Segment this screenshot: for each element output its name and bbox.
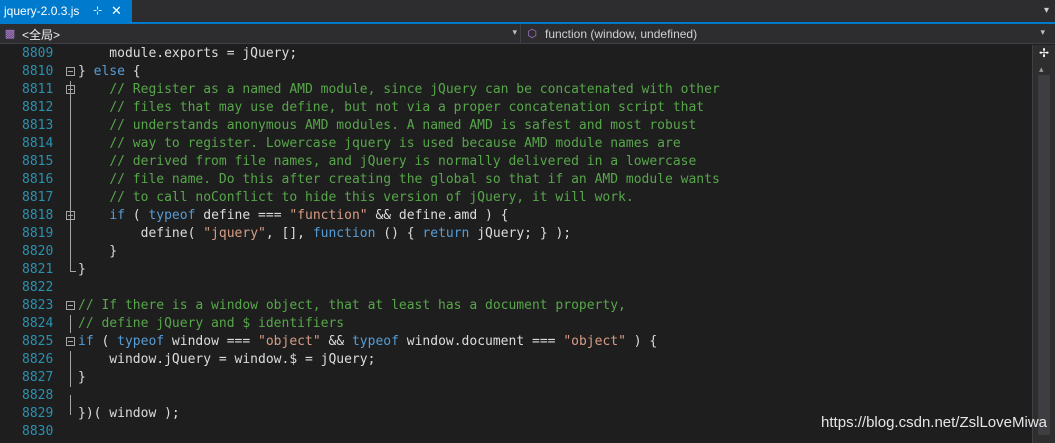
code-text: // to call noConflict to hide this versi… bbox=[109, 190, 634, 205]
line-number: 8822 bbox=[22, 280, 54, 295]
code-line[interactable]: 8824 // define jQuery and $ identifiers bbox=[0, 315, 1032, 333]
code-line[interactable]: 8820 } bbox=[0, 243, 1032, 261]
code-text: // define jQuery and $ identifiers bbox=[78, 316, 345, 331]
line-number: 8814 bbox=[22, 136, 54, 151]
code-line[interactable]: 8809 module.exports = jQuery; bbox=[0, 45, 1032, 63]
scroll-up-icon[interactable]: ▴ bbox=[1039, 64, 1044, 75]
code-text: // If there is a window object, that at … bbox=[78, 298, 626, 313]
code-text: // files that may use define, but not vi… bbox=[109, 100, 705, 115]
line-number: 8828 bbox=[22, 388, 54, 403]
collapse-toggle-icon[interactable] bbox=[66, 85, 75, 94]
line-number: 8826 bbox=[22, 352, 54, 367]
collapse-toggle-icon[interactable] bbox=[66, 211, 75, 220]
collapse-toggle-icon[interactable] bbox=[66, 337, 75, 346]
line-number: 8830 bbox=[22, 424, 54, 439]
code-line[interactable]: 8816 // file name. Do this after creatin… bbox=[0, 171, 1032, 189]
code-text: define( "jquery", [], function () { retu… bbox=[78, 226, 572, 241]
line-number: 8811 bbox=[22, 82, 54, 97]
vertical-scrollbar[interactable]: ✢ ▴ bbox=[1032, 45, 1055, 443]
line-number: 8809 bbox=[22, 46, 54, 61]
code-text: // understands anonymous AMD modules. A … bbox=[109, 118, 697, 133]
line-number: 8810 bbox=[22, 64, 54, 79]
pin-icon[interactable]: ⊹ bbox=[93, 4, 102, 18]
code-line[interactable]: 8818 if ( typeof define === "function" &… bbox=[0, 207, 1032, 225]
code-line[interactable]: 8814 // way to register. Lowercase jquer… bbox=[0, 135, 1032, 153]
code-line[interactable]: 8821} bbox=[0, 261, 1032, 279]
code-text: })( window ); bbox=[78, 406, 180, 421]
line-number: 8821 bbox=[22, 262, 54, 277]
tab-jquery-file[interactable]: jquery-2.0.3.js ⊹ ✕ bbox=[0, 0, 132, 22]
code-editor[interactable]: 8809 module.exports = jQuery; 8810} else … bbox=[0, 45, 1032, 443]
code-line[interactable]: 8826 window.jQuery = window.$ = jQuery; bbox=[0, 351, 1032, 369]
code-line[interactable]: 8828 bbox=[0, 387, 1032, 405]
code-line[interactable]: 8827} bbox=[0, 369, 1032, 387]
code-text: } else { bbox=[78, 64, 141, 79]
function-cube-icon: ⬡ bbox=[527, 28, 537, 40]
code-text: // file name. Do this after creating the… bbox=[109, 172, 720, 187]
code-line[interactable]: 8819 define( "jquery", [], function () {… bbox=[0, 225, 1032, 243]
code-line[interactable]: 8822 bbox=[0, 279, 1032, 297]
tab-title: jquery-2.0.3.js bbox=[4, 4, 80, 18]
line-number: 8818 bbox=[22, 208, 54, 223]
line-number: 8827 bbox=[22, 370, 54, 385]
chevron-down-icon: ▾ bbox=[512, 27, 517, 37]
project-icon: ▩ bbox=[4, 28, 16, 40]
line-number: 8823 bbox=[22, 298, 54, 313]
document-tab-strip: jquery-2.0.3.js ⊹ ✕ ▾ bbox=[0, 0, 1055, 24]
line-number: 8819 bbox=[22, 226, 54, 241]
member-dropdown[interactable]: ⬡ function (window, undefined) ▾ bbox=[522, 24, 1055, 44]
navigation-bar: ▩ <全局> ▾ ⬡ function (window, undefined) … bbox=[0, 24, 1055, 44]
watermark-text: https://blog.csdn.net/ZslLoveMiwa bbox=[821, 414, 1047, 431]
scope-label: <全局> bbox=[22, 27, 61, 42]
code-text: module.exports = jQuery; bbox=[78, 46, 298, 61]
code-line[interactable]: 8810 } else { bbox=[0, 63, 1032, 81]
code-line[interactable]: 8812 // files that may use define, but n… bbox=[0, 99, 1032, 117]
line-number: 8812 bbox=[22, 100, 54, 115]
line-number: 8817 bbox=[22, 190, 54, 205]
code-line[interactable]: 8815 // derived from file names, and jQu… bbox=[0, 153, 1032, 171]
chevron-down-icon: ▾ bbox=[1040, 27, 1045, 37]
tab-list-dropdown-icon[interactable]: ▾ bbox=[1044, 5, 1049, 16]
code-line[interactable]: 8813 // understands anonymous AMD module… bbox=[0, 117, 1032, 135]
line-number: 8816 bbox=[22, 172, 54, 187]
code-text: // Register as a named AMD module, since… bbox=[109, 82, 720, 97]
code-text: } bbox=[78, 262, 86, 277]
code-text: if ( typeof window === "object" && typeo… bbox=[78, 334, 658, 349]
line-number: 8813 bbox=[22, 118, 54, 133]
line-number: 8825 bbox=[22, 334, 54, 349]
collapse-toggle-icon[interactable] bbox=[66, 67, 75, 76]
code-line[interactable]: 8823 // If there is a window object, that… bbox=[0, 297, 1032, 315]
code-text: window.jQuery = window.$ = jQuery; bbox=[78, 352, 376, 367]
scope-dropdown[interactable]: ▩ <全局> ▾ bbox=[0, 24, 521, 44]
collapse-toggle-icon[interactable] bbox=[66, 301, 75, 310]
code-line[interactable]: 8817 // to call noConflict to hide this … bbox=[0, 189, 1032, 207]
line-number: 8829 bbox=[22, 406, 54, 421]
scrollbar-thumb[interactable] bbox=[1038, 75, 1050, 435]
close-icon[interactable]: ✕ bbox=[111, 3, 122, 18]
code-line[interactable]: 8825 if ( typeof window === "object" && t… bbox=[0, 333, 1032, 351]
code-text: // derived from file names, and jQuery i… bbox=[109, 154, 697, 169]
split-window-icon[interactable]: ✢ bbox=[1037, 47, 1051, 59]
code-text: // way to register. Lowercase jquery is … bbox=[109, 136, 681, 151]
code-line[interactable]: 8811 // Register as a named AMD module, … bbox=[0, 81, 1032, 99]
code-text: } bbox=[78, 370, 86, 385]
code-text: if ( typeof define === "function" && def… bbox=[109, 208, 509, 223]
line-number: 8815 bbox=[22, 154, 54, 169]
line-number: 8820 bbox=[22, 244, 54, 259]
line-number: 8824 bbox=[22, 316, 54, 331]
code-text: } bbox=[78, 244, 118, 259]
member-label: function (window, undefined) bbox=[545, 27, 698, 41]
